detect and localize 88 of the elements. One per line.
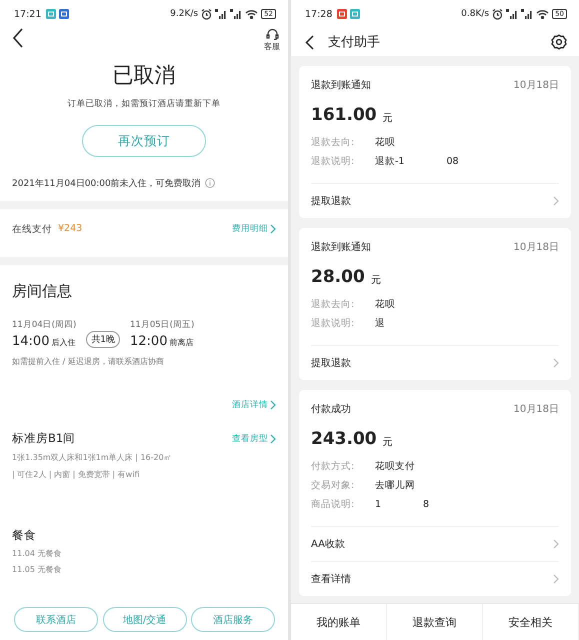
bottom-nav-tab[interactable]: 我的账单	[291, 604, 387, 640]
field-value: 8	[423, 499, 430, 510]
settings-button[interactable]	[551, 34, 567, 50]
room-spec: | 可住2人 | 内窗 | 免费宽带 | 有wifi	[12, 469, 140, 480]
status-time: 17:21	[14, 8, 42, 20]
wifi-icon	[245, 9, 258, 19]
card-title: 付款成功	[311, 402, 351, 416]
headset-icon	[266, 28, 278, 40]
notification-icon	[46, 9, 56, 19]
card-date: 10月18日	[514, 403, 559, 416]
time-suffix: 前离店	[169, 337, 194, 348]
customer-service-button[interactable]: 客服	[264, 28, 280, 52]
signal-icon	[506, 9, 518, 19]
meal-item: 11.05 无餐食	[12, 564, 62, 575]
field-value: 去哪儿网	[375, 479, 415, 492]
field-label: 退款去向:	[311, 298, 356, 311]
section-title: 房间信息	[12, 281, 73, 302]
chevron-icon	[553, 539, 559, 549]
back-icon	[12, 28, 24, 48]
card-date: 10月18日	[514, 241, 559, 254]
amount-text: 28.00	[311, 266, 365, 286]
signal-icon	[230, 9, 242, 19]
card-action-link[interactable]: 提取退款	[311, 183, 559, 218]
card-title: 退款到账通知	[311, 240, 371, 254]
date-text: 11月05日(周五)	[130, 319, 194, 331]
payment-label: 在线支付	[12, 222, 52, 236]
field-value: 退款-1	[375, 155, 404, 168]
cancel-policy-text: 2021年11月04日00:00前未入住，可免费取消	[12, 178, 201, 190]
chevron-icon	[553, 358, 559, 368]
back-button[interactable]	[12, 28, 24, 48]
network-speed: 9.2K/s	[170, 9, 198, 19]
signal-icon	[215, 9, 228, 19]
field-value: 花呗	[375, 136, 395, 149]
bottom-nav-tab[interactable]: 安全相关	[483, 604, 579, 640]
card-action-link[interactable]: 提取退款	[311, 345, 559, 380]
payment-amount: ¥243	[58, 222, 82, 236]
time-suffix: 后入住	[51, 337, 76, 348]
bottom-nav-tab[interactable]: 退款查询	[387, 604, 483, 640]
field-value: 退	[375, 317, 385, 330]
field-value: 花呗支付	[375, 460, 415, 473]
meal-title: 餐食	[12, 528, 37, 543]
chevron-icon	[270, 400, 276, 410]
order-status-title: 已取消	[112, 62, 176, 89]
field-label: 商品说明:	[311, 498, 356, 511]
currency-unit: 元	[382, 112, 393, 124]
field-label: 交易对象:	[311, 479, 356, 492]
settings-icon	[551, 34, 567, 50]
field-label: 退款说明:	[311, 155, 356, 168]
chevron-icon	[553, 574, 559, 584]
room-name: 标准房B1间	[12, 431, 76, 446]
status-time: 17:28	[305, 8, 332, 20]
card-title: 退款到账通知	[311, 78, 371, 92]
time-text: 12:00	[130, 334, 168, 349]
page-title: 支付助手	[328, 34, 381, 51]
alarm-icon	[201, 8, 212, 20]
amount-text: 243.00	[311, 428, 377, 448]
notification-icon	[59, 9, 70, 19]
field-value: 花呗	[375, 298, 395, 311]
currency-unit: 元	[370, 274, 381, 286]
chevron-icon	[553, 196, 559, 206]
wifi-icon	[536, 9, 550, 19]
card-date: 10月18日	[514, 79, 559, 92]
signal-icon	[521, 9, 534, 19]
field-label: 退款去向:	[311, 136, 356, 149]
nights-badge: 共1晚	[86, 331, 120, 348]
date-text: 11月04日(周四)	[12, 319, 76, 331]
field-label: 付款方式:	[311, 460, 356, 473]
field-label: 退款说明:	[311, 317, 356, 330]
notification-icon	[350, 9, 360, 19]
notification-icon	[337, 9, 348, 19]
currency-unit: 元	[382, 436, 393, 448]
back-icon	[305, 34, 314, 50]
amount-text: 161.00	[311, 104, 377, 124]
back-button[interactable]	[305, 34, 314, 50]
stay-note: 如需提前入住 / 延迟退房，请联系酒店协商	[12, 356, 165, 367]
card-action-link[interactable]: AA收款	[311, 526, 559, 561]
alarm-icon	[492, 8, 504, 20]
info-icon	[204, 178, 215, 188]
time-text: 14:00	[12, 334, 50, 349]
chevron-icon	[270, 434, 276, 444]
card-action-link[interactable]: 查看详情	[311, 561, 559, 596]
chevron-icon	[270, 224, 276, 234]
meal-item: 11.04 无餐食	[12, 548, 62, 559]
field-value: 1	[375, 499, 382, 510]
status-message: 订单已取消，如需预订酒店请重新下单	[66, 98, 222, 110]
field-value: 08	[446, 156, 459, 167]
network-speed: 0.8K/s	[461, 9, 490, 19]
room-spec: 1张1.35m双人床和1张1m单人床 | 16-20㎡	[12, 452, 173, 463]
